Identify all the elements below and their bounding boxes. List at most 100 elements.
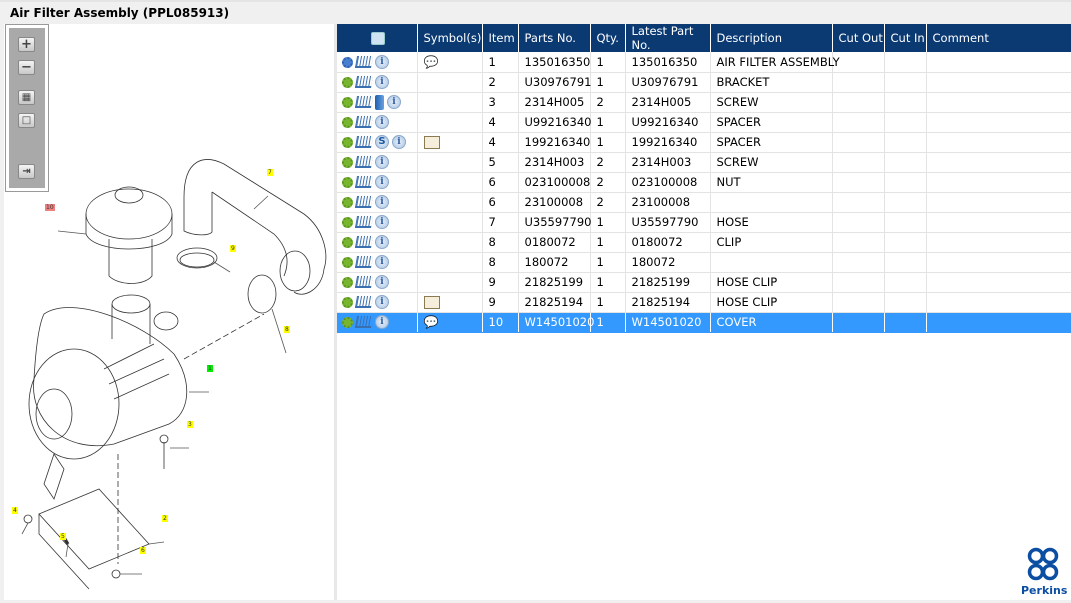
- info-icon[interactable]: i: [375, 55, 389, 69]
- cart-icon[interactable]: [354, 136, 374, 149]
- column-header-qty[interactable]: Qty.: [590, 24, 626, 52]
- zoom-out-button[interactable]: −: [18, 60, 35, 75]
- gear-icon[interactable]: [342, 96, 353, 108]
- fit-all-button[interactable]: ▦: [18, 90, 35, 105]
- cart-icon[interactable]: [354, 296, 374, 309]
- column-header-description[interactable]: Description: [710, 24, 833, 52]
- column-header-actions[interactable]: [337, 24, 418, 52]
- callout-2[interactable]: 2: [162, 515, 168, 522]
- gear-icon[interactable]: [342, 176, 353, 188]
- cart-icon[interactable]: [354, 216, 374, 229]
- table-row[interactable]: i 8 0180072 1 0180072 CLIP: [337, 232, 1071, 253]
- cart-icon[interactable]: [354, 176, 374, 189]
- table-row[interactable]: Si 4 199216340 1 199216340 SPACER: [337, 132, 1071, 153]
- comment-cell[interactable]: [926, 52, 1071, 73]
- info-icon[interactable]: i: [375, 315, 389, 330]
- info-icon[interactable]: i: [392, 135, 406, 150]
- callout-8[interactable]: 8: [284, 326, 290, 333]
- table-row[interactable]: i 7 U35597790 1 U35597790 HOSE: [337, 212, 1071, 233]
- column-header-cut-out[interactable]: Cut Out: [832, 24, 885, 52]
- table-row[interactable]: i 9 21825199 1 21825199 HOSE CLIP: [337, 272, 1071, 293]
- column-header-parts-no[interactable]: Parts No.: [518, 24, 591, 52]
- view-detail-icon[interactable]: [423, 136, 440, 149]
- callout-10[interactable]: 10: [45, 204, 55, 211]
- comment-cell[interactable]: [926, 132, 1071, 153]
- info-icon[interactable]: i: [375, 235, 389, 250]
- cart-icon[interactable]: [354, 116, 374, 129]
- info-icon[interactable]: i: [375, 115, 389, 130]
- cart-icon[interactable]: [354, 316, 374, 329]
- info-icon[interactable]: i: [375, 175, 389, 190]
- table-row[interactable]: i 9 21825194 1 21825194 HOSE CLIP: [337, 292, 1071, 313]
- table-row[interactable]: i 5 2314H003 2 2314H003 SCREW: [337, 152, 1071, 173]
- comment-cell[interactable]: [926, 272, 1071, 293]
- gear-icon[interactable]: [342, 116, 353, 128]
- search-column-icon[interactable]: [371, 32, 386, 45]
- info-icon[interactable]: i: [375, 195, 389, 210]
- comment-cell[interactable]: [926, 312, 1071, 333]
- gear-icon[interactable]: [342, 196, 353, 208]
- note-bubble-icon[interactable]: 💬: [424, 55, 439, 69]
- comment-cell[interactable]: [926, 292, 1071, 313]
- info-icon[interactable]: i: [375, 75, 389, 90]
- gear-icon[interactable]: [342, 316, 353, 328]
- gear-icon[interactable]: [342, 216, 353, 228]
- table-row[interactable]: i 4 U99216340 1 U99216340 SPACER: [337, 112, 1071, 133]
- info-icon[interactable]: i: [387, 95, 401, 109]
- exploded-diagram[interactable]: 10 7 9 8 1 3 4 2 5 6: [4, 24, 334, 600]
- gear-icon[interactable]: [342, 136, 353, 148]
- gear-icon[interactable]: [342, 236, 353, 248]
- cart-icon[interactable]: [354, 76, 374, 89]
- comment-cell[interactable]: [926, 72, 1071, 93]
- comment-cell[interactable]: [926, 252, 1071, 273]
- callout-4[interactable]: 4: [12, 507, 18, 514]
- comment-cell[interactable]: [926, 152, 1071, 173]
- export-button[interactable]: ⇥: [18, 164, 35, 179]
- supersession-icon[interactable]: S: [375, 135, 389, 150]
- cart-icon[interactable]: [354, 236, 374, 249]
- note-bubble-icon[interactable]: 💬: [424, 315, 439, 329]
- callout-1[interactable]: 1: [207, 365, 213, 372]
- column-header-item[interactable]: Item: [482, 24, 519, 52]
- callout-5[interactable]: 5: [60, 533, 66, 540]
- callout-6[interactable]: 6: [140, 547, 146, 554]
- callout-9[interactable]: 9: [230, 245, 236, 252]
- info-icon[interactable]: i: [375, 275, 389, 290]
- table-row[interactable]: i 8 180072 1 180072: [337, 252, 1071, 273]
- info-icon[interactable]: i: [375, 295, 389, 310]
- table-row[interactable]: i 💬 10 W14501020 1 W14501020 COVER: [337, 312, 1071, 333]
- comment-cell[interactable]: [926, 232, 1071, 253]
- configuration-gears-icon[interactable]: [342, 56, 353, 68]
- table-row[interactable]: i 6 023100008 2 023100008 NUT: [337, 172, 1071, 193]
- table-row[interactable]: i 💬 1 135016350 1 135016350 AIR FILTER ASSEMBL…: [337, 52, 1071, 73]
- table-row[interactable]: i 2 U30976791 1 U30976791 BRACKET: [337, 72, 1071, 93]
- column-header-latest-part-no[interactable]: Latest Part No.: [625, 24, 711, 52]
- comment-cell[interactable]: [926, 92, 1071, 113]
- cart-icon[interactable]: [354, 156, 374, 169]
- gear-icon[interactable]: [342, 296, 353, 308]
- gear-icon[interactable]: [342, 76, 353, 88]
- table-row[interactable]: i 6 23100008 2 23100008: [337, 192, 1071, 213]
- gear-icon[interactable]: [342, 256, 353, 268]
- comment-cell[interactable]: [926, 212, 1071, 233]
- info-icon[interactable]: i: [375, 155, 389, 170]
- cart-icon[interactable]: [354, 96, 374, 108]
- actual-size-button[interactable]: □: [18, 113, 35, 128]
- table-row[interactable]: i 3 2314H005 2 2314H005 SCREW: [337, 92, 1071, 113]
- book-icon[interactable]: [375, 94, 384, 110]
- callout-3[interactable]: 3: [187, 421, 193, 428]
- zoom-in-button[interactable]: +: [18, 37, 35, 52]
- cart-icon[interactable]: [354, 276, 374, 289]
- comment-cell[interactable]: [926, 172, 1071, 193]
- callout-7[interactable]: 7: [267, 169, 273, 176]
- info-icon[interactable]: i: [375, 215, 389, 230]
- info-icon[interactable]: i: [375, 255, 389, 270]
- cart-icon[interactable]: [354, 56, 374, 68]
- column-header-symbol-s[interactable]: Symbol(s): [417, 24, 483, 52]
- comment-cell[interactable]: [926, 112, 1071, 133]
- cart-icon[interactable]: [354, 196, 374, 209]
- gear-icon[interactable]: [342, 156, 353, 168]
- column-header-comment[interactable]: Comment: [926, 24, 1071, 52]
- cart-icon[interactable]: [354, 256, 374, 269]
- comment-cell[interactable]: [926, 192, 1071, 213]
